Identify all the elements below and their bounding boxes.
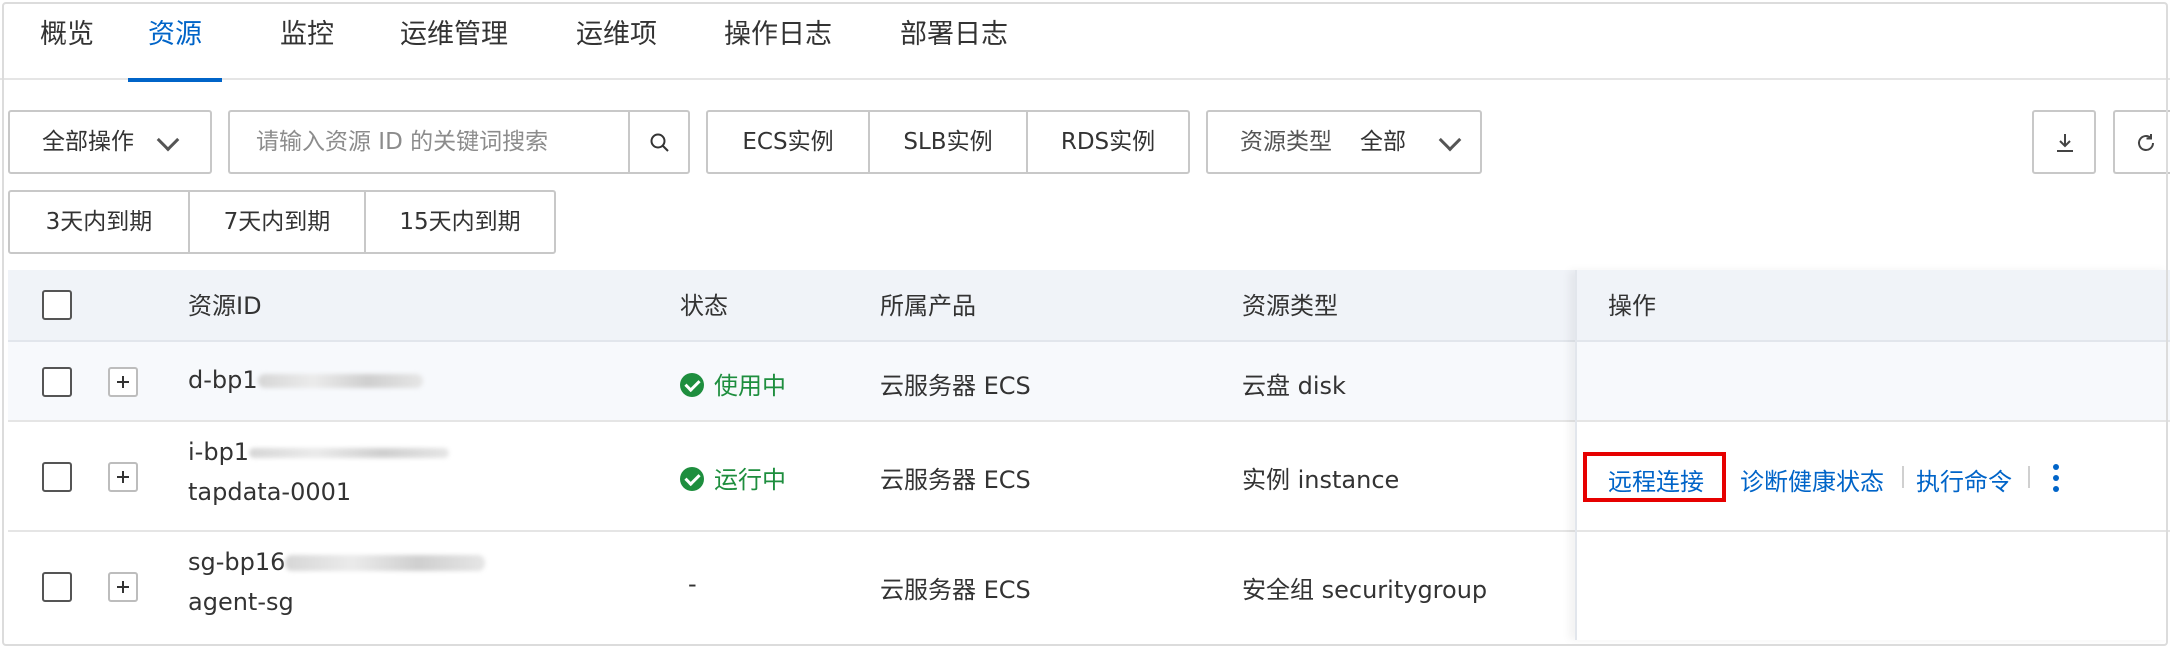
tab-monitoring[interactable]: 监控 <box>260 0 354 80</box>
resource-type-select-value: 全部 <box>1360 129 1406 155</box>
download-button[interactable] <box>2032 110 2096 174</box>
resource-type-cell: 云盘 disk <box>1242 372 1346 400</box>
tab-resources[interactable]: 资源 <box>128 0 222 82</box>
resource-page: 概览 资源 监控 运维管理 运维项 操作日志 部署日志 全部操作 ECS实例 S… <box>0 0 2170 650</box>
resource-id[interactable]: d-bp1 <box>188 366 423 394</box>
column-status: 状态 <box>680 292 728 320</box>
search-icon <box>650 133 669 152</box>
filter-expire-3-days[interactable]: 3天内到期 <box>10 192 188 252</box>
resource-type-select[interactable]: 资源类型 全部 <box>1206 110 1482 174</box>
status-text: - <box>688 570 697 598</box>
refresh-button[interactable] <box>2113 110 2170 174</box>
check-circle-icon <box>680 467 704 491</box>
filter-expire-7-days[interactable]: 7天内到期 <box>188 192 364 252</box>
status-text: 运行中 <box>714 466 786 494</box>
select-all-checkbox[interactable] <box>42 290 72 320</box>
action-separator <box>2028 466 2030 488</box>
product-cell: 云服务器 ECS <box>880 466 1031 494</box>
resource-name: tapdata-0001 <box>188 478 352 506</box>
expand-row-button[interactable] <box>108 572 138 602</box>
resource-id[interactable]: i-bp1 <box>188 438 450 466</box>
search-input[interactable] <box>228 110 628 174</box>
more-actions-icon[interactable] <box>2052 464 2060 492</box>
chevron-down-icon <box>1438 128 1462 152</box>
row-checkbox[interactable] <box>42 367 72 397</box>
all-operations-label: 全部操作 <box>42 129 134 155</box>
column-resource-id: 资源ID <box>188 292 262 320</box>
redacted-id <box>257 374 423 388</box>
action-separator <box>1902 466 1904 488</box>
product-cell: 云服务器 ECS <box>880 576 1031 604</box>
tab-ops-items[interactable]: 运维项 <box>556 0 677 80</box>
download-icon <box>2057 134 2073 152</box>
status-text: 使用中 <box>714 372 786 400</box>
resource-id-text: sg-bp16 <box>188 548 286 576</box>
diagnose-health-link[interactable]: 诊断健康状态 <box>1740 462 1884 497</box>
expiry-filter: 3天内到期 7天内到期 15天内到期 <box>8 190 556 254</box>
filter-slb-instance[interactable]: SLB实例 <box>868 112 1026 172</box>
tab-bar: 概览 资源 监控 运维管理 运维项 操作日志 部署日志 <box>0 0 2170 82</box>
resource-id-text: i-bp1 <box>188 438 250 466</box>
expand-row-button[interactable] <box>108 462 138 492</box>
filter-ecs-instance[interactable]: ECS实例 <box>708 112 868 172</box>
resource-id[interactable]: sg-bp16 <box>188 548 486 576</box>
run-command-link[interactable]: 执行命令 <box>1916 462 2012 497</box>
actions-column <box>1575 270 2170 640</box>
expand-row-button[interactable] <box>108 367 138 397</box>
tab-ops-management[interactable]: 运维管理 <box>380 0 528 80</box>
tab-operation-logs[interactable]: 操作日志 <box>704 0 852 80</box>
resource-type-cell: 实例 instance <box>1242 466 1400 494</box>
instance-type-filter: ECS实例 SLB实例 RDS实例 <box>706 110 1190 174</box>
refresh-icon <box>2138 134 2154 151</box>
filter-rds-instance[interactable]: RDS实例 <box>1026 112 1188 172</box>
row-checkbox[interactable] <box>42 572 72 602</box>
redacted-id <box>249 448 450 458</box>
redacted-id <box>285 555 486 571</box>
column-resource-type: 资源类型 <box>1242 292 1338 320</box>
tab-overview[interactable]: 概览 <box>20 0 114 80</box>
product-cell: 云服务器 ECS <box>880 372 1031 400</box>
tab-deploy-logs[interactable]: 部署日志 <box>880 0 1028 80</box>
filter-expire-15-days[interactable]: 15天内到期 <box>364 192 554 252</box>
status-badge: 运行中 <box>680 460 786 495</box>
resource-name: agent-sg <box>188 588 294 616</box>
status-badge: 使用中 <box>680 366 786 401</box>
search-button[interactable] <box>628 110 690 174</box>
resource-id-text: d-bp1 <box>188 366 258 394</box>
row-checkbox[interactable] <box>42 462 72 492</box>
remote-connect-link[interactable]: 远程连接 <box>1608 462 1704 497</box>
column-product: 所属产品 <box>880 292 976 320</box>
chevron-down-icon <box>156 128 180 152</box>
check-circle-icon <box>680 373 704 397</box>
all-operations-dropdown[interactable]: 全部操作 <box>8 110 212 174</box>
resource-type-select-label: 资源类型 <box>1240 129 1332 155</box>
resource-type-cell: 安全组 securitygroup <box>1242 576 1488 604</box>
